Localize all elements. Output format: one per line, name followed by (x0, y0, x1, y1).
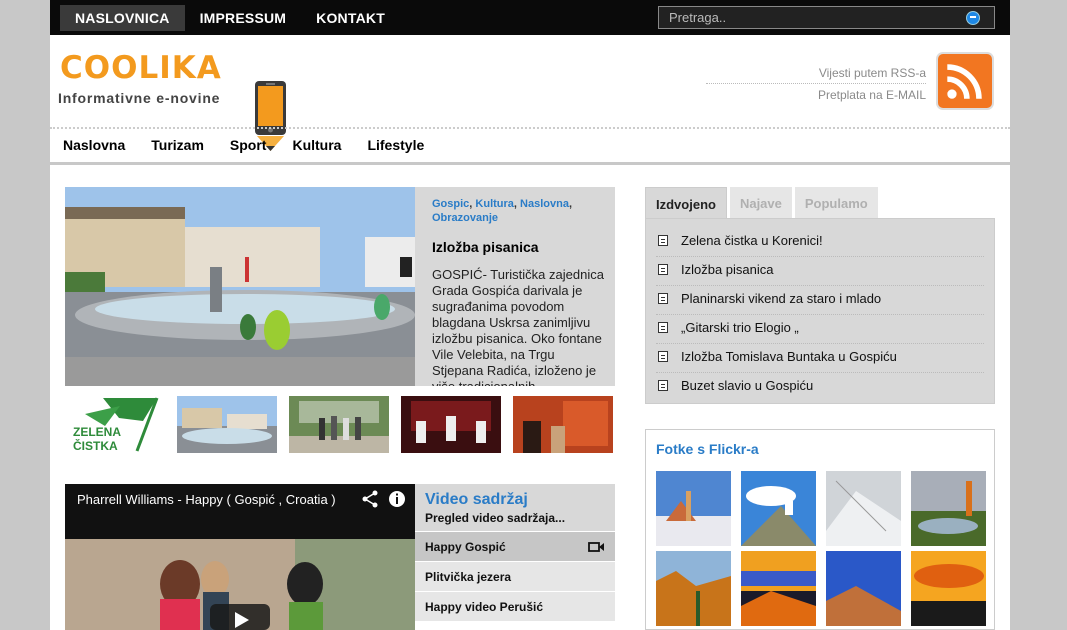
nav-sport[interactable]: Sport (230, 133, 267, 162)
zelena-cistka-logo: ZELENA ČISTKA (73, 397, 159, 453)
topnav-kontakt[interactable]: KONTAKT (301, 5, 400, 31)
flickr-title: Fotke s Flickr-a (656, 441, 759, 457)
list-item-label: Planinarski vikend za staro i mlado (681, 291, 882, 306)
info-icon[interactable] (388, 490, 406, 508)
video-list-header: Video sadržaj Pregled video sadržaja... (415, 484, 615, 531)
thumb-zelena-cistka[interactable]: ZELENA ČISTKA (65, 396, 165, 453)
page: NASLOVNICA IMPRESSUM KONTAKT COOLIKA Inf… (50, 0, 1010, 630)
document-icon (658, 351, 668, 362)
video-camera-icon (588, 542, 604, 552)
flickr-photo[interactable] (656, 471, 731, 546)
video-list-subtitle: Pregled video sadržaja... (425, 511, 566, 525)
nav-lifestyle[interactable]: Lifestyle (367, 133, 424, 162)
featured-list-item[interactable]: Izložba pisanica (656, 257, 984, 286)
share-icon[interactable] (361, 490, 379, 508)
document-icon (658, 322, 668, 333)
tab-panel: Zelena čistka u Korenici! Izložba pisani… (645, 218, 995, 404)
video-item-happy-video-perusic[interactable]: Happy video Perušić (415, 591, 615, 621)
flickr-photo[interactable] (656, 551, 731, 626)
flickr-photo[interactable] (911, 471, 986, 546)
flickr-photo[interactable] (911, 551, 986, 626)
thumb-fountain[interactable] (177, 396, 277, 453)
search-input[interactable] (659, 7, 959, 28)
topnav-impressum[interactable]: IMPRESSUM (185, 5, 302, 31)
featured-thumbnails: ZELENA ČISTKA (65, 396, 615, 454)
tab-izdvojeno[interactable]: Izdvojeno (645, 187, 727, 218)
site-logo[interactable]: COOLIKA Informativne e-novine (58, 40, 286, 151)
featured-list-item[interactable]: Planinarski vikend za staro i mlado (656, 286, 984, 315)
video-item-label: Plitvička jezera (425, 570, 512, 584)
video-item-plitvicka-jezera[interactable]: Plitvička jezera (415, 561, 615, 591)
featured-title[interactable]: Izložba pisanica (432, 239, 607, 255)
top-bar: NASLOVNICA IMPRESSUM KONTAKT (50, 0, 1010, 35)
rss-link[interactable]: Vijesti putem RSS-a (706, 62, 926, 84)
featured-list-item[interactable]: Buzet slavio u Gospiću (656, 373, 984, 402)
main-nav: Naslovna Turizam Sport Kultura Lifestyle (50, 133, 1010, 165)
flickr-widget: Fotke s Flickr-a (645, 429, 995, 630)
thumb-group[interactable] (289, 396, 389, 453)
zelena-text: ZELENA (73, 425, 121, 439)
featured-list-item[interactable]: Zelena čistka u Korenici! (656, 228, 984, 257)
featured-categories: Gospic, Kultura, Naslovna, Obrazovanje (432, 198, 573, 224)
flickr-photo[interactable] (741, 471, 816, 546)
category-kultura[interactable]: Kultura (475, 198, 514, 210)
document-icon (658, 235, 668, 246)
flickr-photo[interactable] (741, 551, 816, 626)
tab-najave[interactable]: Najave (729, 187, 792, 218)
document-icon (658, 380, 668, 391)
list-item-label: Zelena čistka u Korenici! (681, 233, 823, 248)
search-box (658, 6, 995, 29)
topnav-naslovnica[interactable]: NASLOVNICA (60, 5, 185, 31)
list-item-label: Buzet slavio u Gospiću (681, 378, 814, 393)
list-item-label: Izložba pisanica (681, 262, 774, 277)
video-player[interactable]: Pharrell Williams - Happy ( Gospić , Cro… (65, 484, 415, 630)
top-nav: NASLOVNICA IMPRESSUM KONTAKT (60, 5, 400, 31)
featured-article: Gospic, Kultura, Naslovna, Obrazovanje I… (415, 187, 615, 386)
tab-popularno[interactable]: Populamo (794, 187, 878, 218)
subscribe-area: Vijesti putem RSS-a Pretplata na E-MAIL (704, 52, 994, 112)
logo-text: COOLIKA (60, 50, 222, 86)
search-go-icon[interactable] (966, 11, 980, 25)
video-item-label: Happy Gospić (425, 540, 506, 554)
tabs-bar: Izdvojeno Najave Populamo (645, 187, 881, 218)
list-item-label: Izložba Tomislava Buntaka u Gospiću (681, 349, 897, 364)
cistka-text: ČISTKA (73, 438, 118, 453)
thumb-guitar-trio[interactable] (401, 396, 501, 453)
email-link[interactable]: Pretplata na E-MAIL (706, 84, 926, 106)
video-title[interactable]: Pharrell Williams - Happy ( Gospić , Cro… (77, 492, 336, 507)
flickr-photo[interactable] (826, 551, 901, 626)
featured-excerpt: GOSPIĆ- Turistička zajednica Grada Gospi… (432, 267, 604, 386)
video-list-title: Video sadržaj (425, 491, 528, 508)
category-obrazovanje[interactable]: Obrazovanje (432, 212, 498, 224)
document-icon (658, 264, 668, 275)
nav-kultura[interactable]: Kultura (292, 133, 341, 162)
list-item-label: „Gitarski trio Elogio „ (681, 320, 799, 335)
nav-naslovna[interactable]: Naslovna (63, 133, 125, 162)
nav-turizam[interactable]: Turizam (151, 133, 204, 162)
logo-tagline: Informativne e-novine (58, 90, 221, 106)
document-icon (658, 293, 668, 304)
header-divider (50, 127, 1010, 129)
video-item-label: Happy video Perušić (425, 600, 544, 614)
thumb-exhibition[interactable] (513, 396, 613, 453)
category-naslovna[interactable]: Naslovna (520, 198, 569, 210)
featured-list-item[interactable]: Izložba Tomislava Buntaka u Gospiću (656, 344, 984, 373)
featured-image[interactable] (65, 187, 415, 386)
flickr-photo[interactable] (826, 471, 901, 546)
video-list: Video sadržaj Pregled video sadržaja... … (415, 484, 615, 630)
category-gospic[interactable]: Gospic (432, 198, 469, 210)
featured-list-item[interactable]: „Gitarski trio Elogio „ (656, 315, 984, 344)
rss-icon[interactable] (936, 52, 994, 110)
video-item-happy-gospic[interactable]: Happy Gospić (415, 531, 615, 561)
